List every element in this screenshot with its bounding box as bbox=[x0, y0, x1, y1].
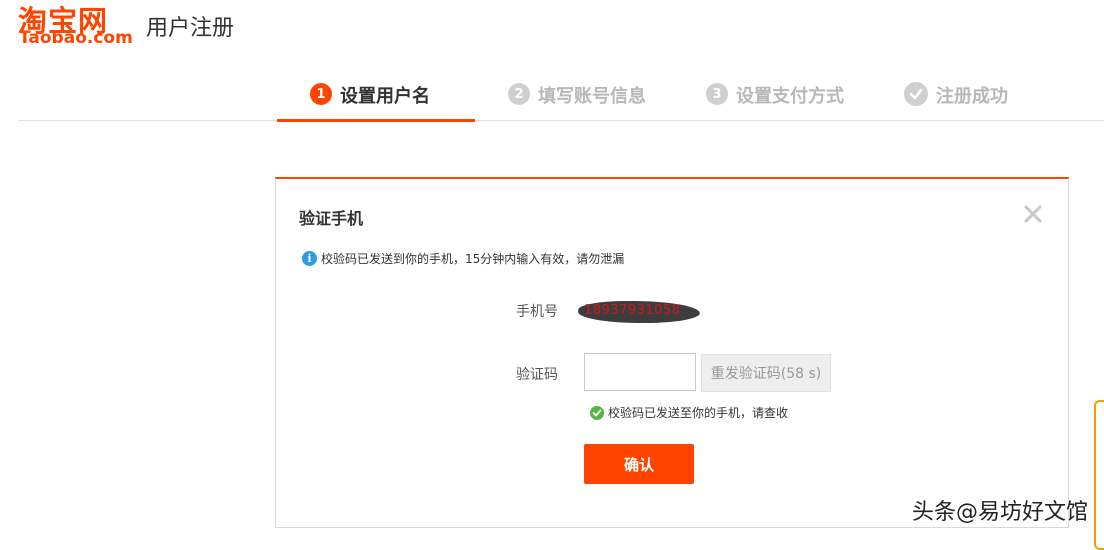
step-set-username: 1 设置用户名 bbox=[310, 82, 430, 122]
side-popup-panel[interactable] bbox=[1094, 400, 1104, 550]
active-step-indicator bbox=[277, 119, 475, 122]
step-label: 设置支付方式 bbox=[736, 86, 844, 107]
resend-code-button[interactable]: 重发验证码(58 s) bbox=[701, 354, 831, 392]
check-icon bbox=[904, 82, 928, 106]
success-message: 校验码已发送至你的手机，请查收 bbox=[590, 404, 788, 421]
taobao-logo[interactable]: 淘宝网 Taobao.com bbox=[18, 0, 138, 48]
step-label: 设置用户名 bbox=[340, 86, 430, 107]
info-text: 校验码已发送到你的手机，15分钟内输入有效，请勿泄漏 bbox=[321, 252, 625, 266]
close-icon bbox=[1024, 205, 1042, 223]
step-label: 填写账号信息 bbox=[538, 86, 646, 107]
close-button[interactable] bbox=[1022, 203, 1044, 225]
step-fill-account-info: 2 填写账号信息 bbox=[508, 82, 646, 122]
success-text: 校验码已发送至你的手机，请查收 bbox=[608, 406, 789, 420]
phone-number-text: 18937931058 bbox=[584, 303, 681, 318]
check-circle-icon bbox=[590, 405, 604, 420]
step-register-success: 注册成功 bbox=[904, 82, 1008, 122]
step-number: 1 bbox=[310, 83, 332, 105]
code-label: 验证码 bbox=[516, 367, 558, 383]
verification-code-input[interactable] bbox=[584, 353, 696, 391]
logo-en-text: Taobao.com bbox=[19, 28, 133, 48]
phone-number-value: 18937931058 bbox=[576, 299, 702, 325]
info-icon: i bbox=[302, 251, 317, 266]
watermark: 头条@易坊好文馆 bbox=[912, 500, 1089, 525]
verify-phone-dialog: 验证手机 i 校验码已发送到你的手机，15分钟内输入有效，请勿泄漏 手机号 18… bbox=[275, 177, 1069, 528]
page-title: 用户注册 bbox=[146, 16, 235, 41]
phone-label: 手机号 bbox=[516, 304, 558, 320]
info-message: i 校验码已发送到你的手机，15分钟内输入有效，请勿泄漏 bbox=[302, 250, 624, 267]
steps-divider bbox=[18, 120, 1104, 121]
step-set-payment: 3 设置支付方式 bbox=[706, 82, 844, 122]
dialog-title: 验证手机 bbox=[299, 209, 364, 228]
step-number: 3 bbox=[706, 83, 728, 105]
step-label: 注册成功 bbox=[936, 86, 1008, 107]
confirm-button[interactable]: 确认 bbox=[584, 444, 694, 484]
step-number: 2 bbox=[508, 83, 530, 105]
